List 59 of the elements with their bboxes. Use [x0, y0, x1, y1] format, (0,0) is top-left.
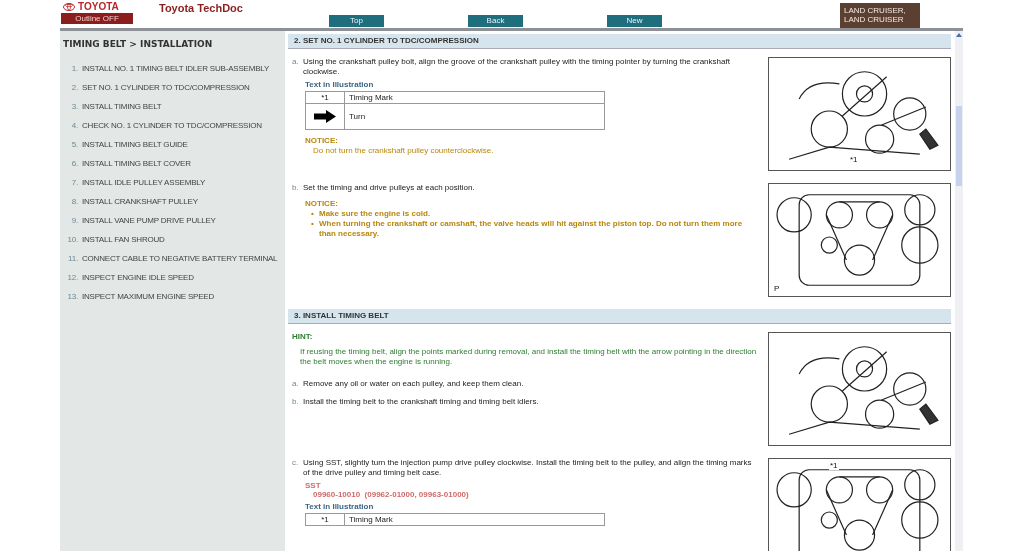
sidebar-title: TIMING BELT > INSTALLATION: [62, 39, 214, 49]
sidebar-item[interactable]: 7. INSTALL IDLE PULLEY ASSEMBLY: [62, 178, 285, 197]
sidebar-item[interactable]: 3. INSTALL TIMING BELT: [62, 102, 285, 121]
step-letter: a.: [292, 379, 300, 389]
step-letter: a.: [292, 57, 300, 68]
nav-button[interactable]: New: [607, 15, 662, 27]
section-heading: 2. SET NO. 1 CYLINDER TO TDC/COMPRESSION: [288, 34, 951, 49]
sidebar-item[interactable]: 9. INSTALL VANE PUMP DRIVE PULLEY: [62, 216, 285, 235]
step-letter: b.: [292, 183, 300, 193]
figure-label: *1: [829, 461, 839, 470]
notice-text: Do not turn the crankshaft pulley counterclockwise.: [313, 146, 495, 156]
sidebar-item[interactable]: 10. INSTALL FAN SHROUD: [62, 235, 285, 254]
part-numbers: 09960-10010 (09962-01000, 09963-01000): [313, 490, 470, 499]
table-cell: Turn: [344, 103, 605, 130]
section-heading: 3. INSTALL TIMING BELT: [288, 309, 951, 324]
outline-button[interactable]: Outline OFF: [61, 13, 133, 24]
step-text: Using SST, slightly turn the injection pump drive pulley clockwise. Install the timing belt to the pulley, and align the timing marks of the drive pulley and timing belt case.: [303, 458, 753, 478]
sidebar-item[interactable]: 5. INSTALL TIMING BELT GUIDE: [62, 140, 285, 159]
nav-button[interactable]: Back: [468, 15, 523, 27]
scroll-thumb[interactable]: [956, 106, 962, 186]
sidebar-item[interactable]: 4. CHECK NO. 1 CYLINDER TO TDC/COMPRESSION: [62, 121, 285, 140]
figure-label: *1: [849, 155, 859, 164]
sidebar-item[interactable]: 11. CONNECT CABLE TO NEGATIVE BATTERY TERMINAL: [62, 254, 285, 273]
sidebar-item[interactable]: 8. INSTALL CRANKSHAFT PULLEY: [62, 197, 285, 216]
sidebar-item[interactable]: 12. INSPECT ENGINE IDLE SPEED: [62, 273, 285, 292]
step-text: Set the timing and drive pulleys at each position.: [303, 183, 475, 193]
notice-text: When turning the crankshaft or camshaft, the valve heads will hit against the piston top. Do not turn them more than necessary.: [319, 219, 744, 239]
table-cell: *1: [305, 513, 345, 526]
nav-button[interactable]: Top: [329, 15, 384, 27]
bullet-mark: •: [311, 209, 315, 219]
scroll-up-icon[interactable]: [955, 31, 963, 39]
logo-text: TOYOTA: [78, 1, 119, 12]
step-text: Using the crankshaft pulley bolt, align the groove of the crankshaft pulley with the timing pointer by turning the crankshaft clockwise.: [303, 57, 731, 77]
sidebar-item[interactable]: 13. INSPECT MAXIMUM ENGINE SPEED: [62, 292, 285, 311]
figure-label: P: [773, 284, 781, 293]
step-letter: b.: [292, 397, 300, 407]
step-text: Remove any oil or water on each pulley, and keep them clean.: [303, 379, 524, 389]
hint-text: If reusing the timing belt, align the points marked during removal, and install the timing belt with the arrow pointing in the direction the belt moves when the engine is running.: [300, 347, 758, 367]
notice-title: NOTICE:: [305, 199, 339, 209]
notice-title: NOTICE:: [305, 136, 339, 146]
sst-title: SST: [305, 481, 322, 490]
table-cell: Timing Mark: [344, 91, 605, 104]
model-tab[interactable]: LAND CRUISER, LAND CRUISER: [840, 3, 920, 28]
notice-text: Make sure the engine is cold.: [319, 209, 431, 219]
step-text: Install the timing belt to the crankshaft timing and timing belt idlers.: [303, 397, 539, 407]
illustration-caption: Text in Illustration: [305, 80, 375, 89]
bullet-mark: •: [311, 219, 315, 230]
step-letter: c.: [292, 458, 300, 469]
sidebar-item[interactable]: 2. SET NO. 1 CYLINDER TO TDC/COMPRESSION: [62, 83, 285, 102]
sidebar-item[interactable]: 6. INSTALL TIMING BELT COVER: [62, 159, 285, 178]
scrollbar[interactable]: [955, 31, 963, 551]
sidebar-item[interactable]: 1. INSTALL NO. 1 TIMING BELT IDLER SUB-ASSEMBLY: [62, 64, 285, 83]
illustration-caption: Text in Illustration: [305, 502, 375, 511]
arrow-icon: [314, 110, 336, 123]
table-cell: Timing Mark: [344, 513, 605, 526]
app-title: Toyota TechDoc: [159, 2, 244, 16]
hint-title: HINT:: [292, 332, 314, 341]
table-cell: *1: [305, 91, 345, 104]
logo-icon: [63, 2, 75, 11]
